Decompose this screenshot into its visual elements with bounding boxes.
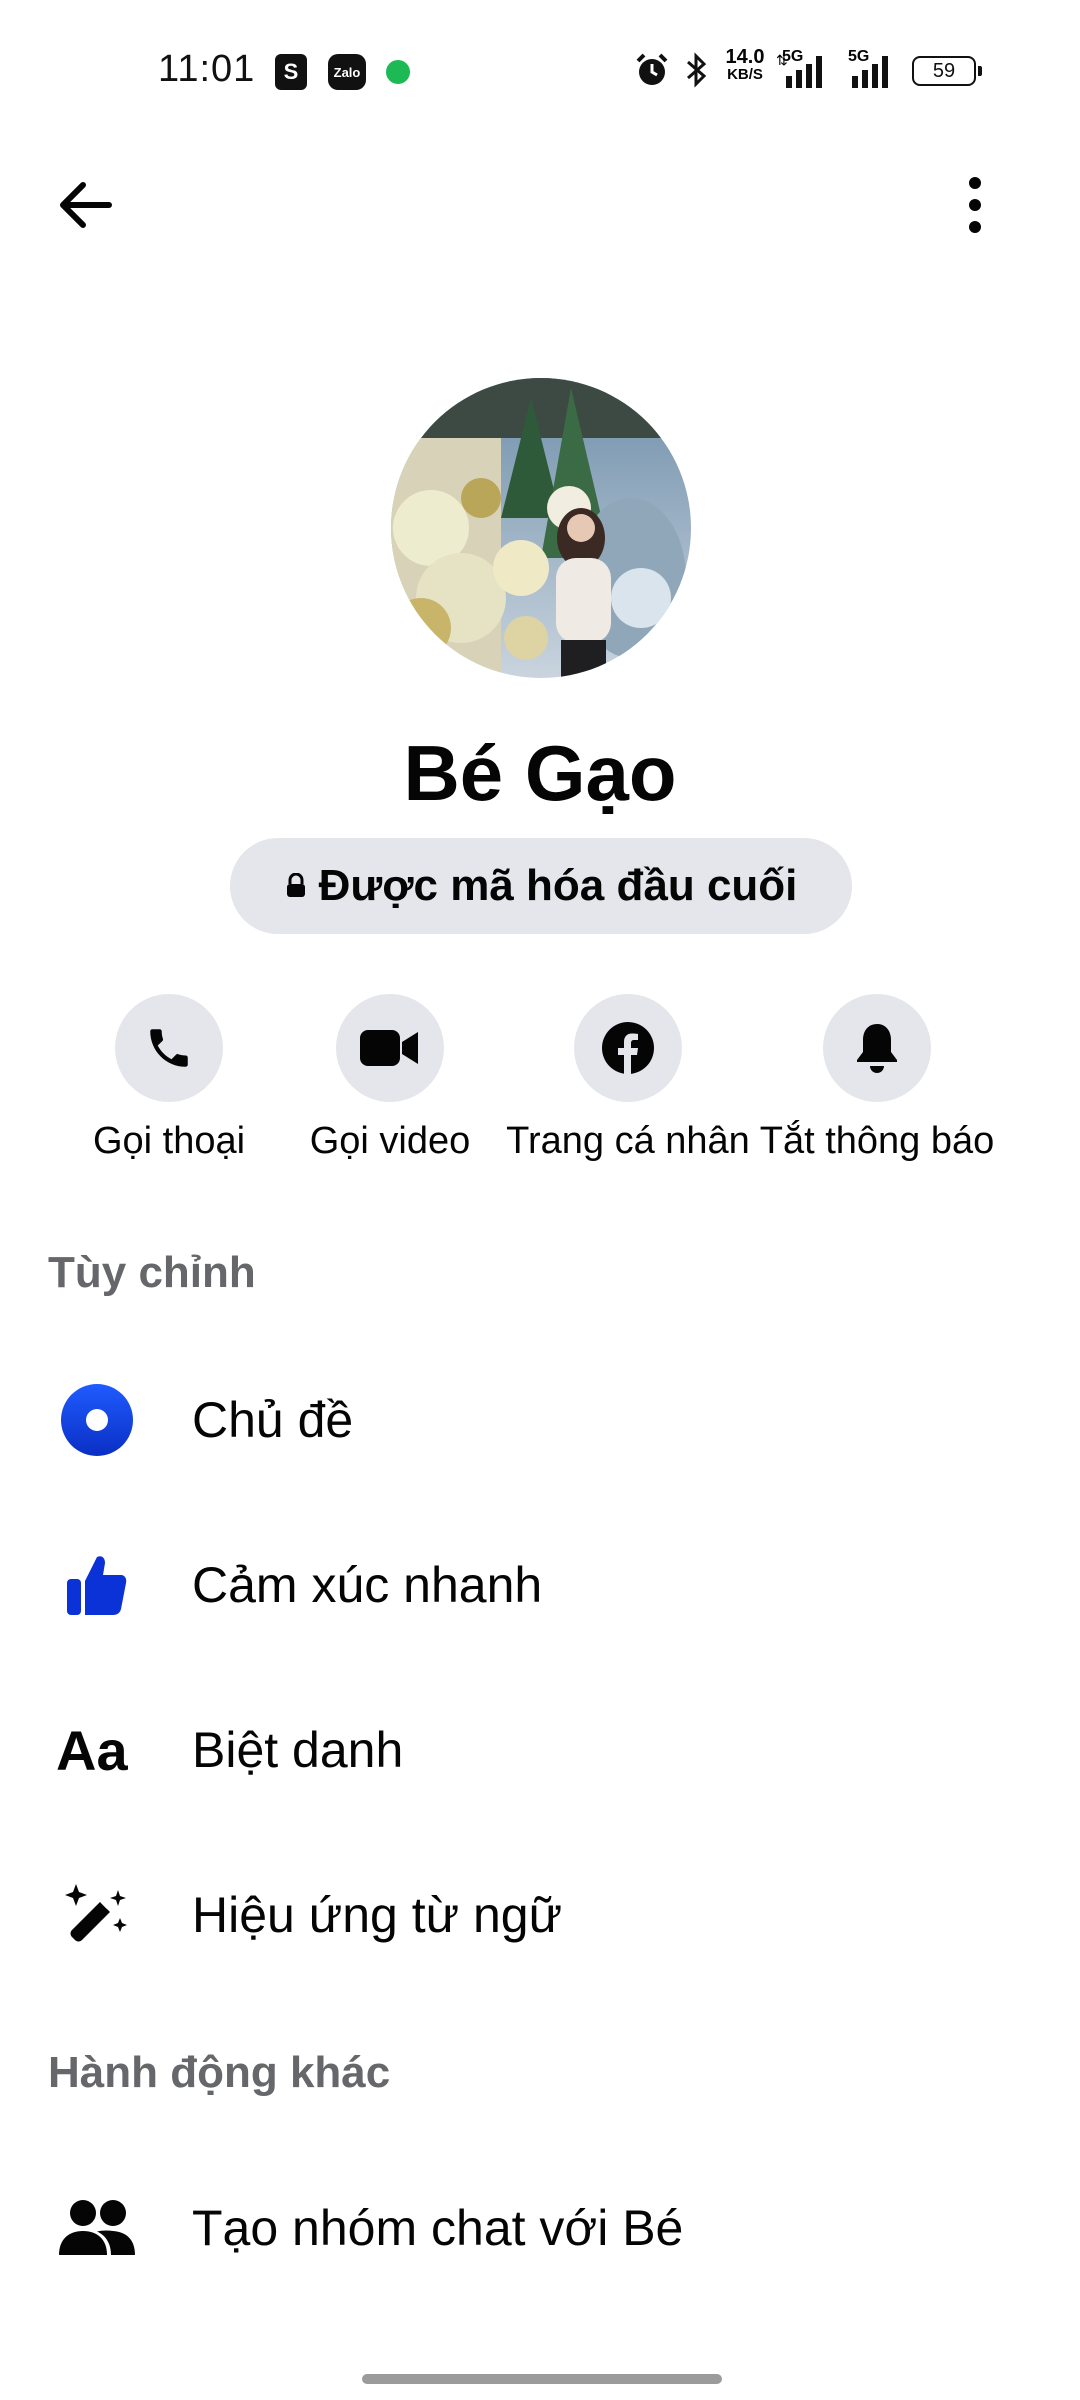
profile-page-action[interactable]: Trang cá nhân	[506, 994, 750, 1163]
signal-sim1-icon: 5G ⇅	[776, 48, 836, 88]
mute-notifications-button[interactable]	[823, 994, 931, 1102]
thumbs-up-icon	[54, 1542, 140, 1628]
back-button[interactable]	[50, 170, 120, 240]
menu-item-nickname[interactable]: Aa Biệt danh	[0, 1670, 1080, 1830]
facebook-icon	[602, 1022, 654, 1075]
bell-icon	[857, 1024, 897, 1073]
profile-page-label: Trang cá nhân	[506, 1120, 750, 1162]
people-icon	[54, 2185, 140, 2271]
vertical-dots-icon	[969, 177, 981, 233]
voice-call-action[interactable]: Gọi thoại	[49, 994, 289, 1163]
network-speed: 14.0 KB/S	[725, 46, 765, 83]
voice-call-button[interactable]	[115, 994, 223, 1102]
menu-item-quick-reaction[interactable]: Cảm xúc nhanh	[0, 1505, 1080, 1665]
menu-item-nickname-label: Biệt danh	[192, 1722, 404, 1778]
more-options-button[interactable]	[940, 170, 1010, 240]
menu-item-word-effects-label: Hiệu ứng từ ngữ	[192, 1887, 563, 1943]
profile-name: Bé Gạo	[403, 729, 677, 817]
phone-icon	[150, 1029, 188, 1067]
menu-item-create-group-label: Tạo nhóm chat với Bé	[192, 2200, 684, 2256]
theme-icon	[54, 1377, 140, 1463]
mute-notifications-label: Tắt thông báo	[759, 1120, 995, 1162]
profile-page-button[interactable]	[574, 994, 682, 1102]
arrow-left-icon	[60, 182, 112, 228]
encryption-badge[interactable]: Được mã hóa đầu cuối	[230, 838, 852, 934]
home-indicator[interactable]	[362, 2374, 722, 2384]
shopee-notification-icon: S	[275, 54, 307, 90]
svg-text:Aa: Aa	[56, 1720, 128, 1780]
battery-icon: 59	[912, 56, 982, 86]
video-call-action[interactable]: Gọi video	[270, 994, 510, 1163]
lock-icon	[286, 873, 305, 897]
section-title-other-actions: Hành động khác	[48, 2048, 391, 2097]
menu-item-create-group[interactable]: Tạo nhóm chat với Bé	[0, 2148, 1080, 2308]
video-call-label: Gọi video	[309, 1120, 471, 1162]
zalo-notification-icon: Zalo	[328, 54, 366, 90]
video-camera-icon	[360, 1030, 418, 1066]
section-title-customize: Tùy chỉnh	[48, 1248, 256, 1297]
menu-item-theme[interactable]: Chủ đề	[0, 1340, 1080, 1500]
video-call-button[interactable]	[336, 994, 444, 1102]
magic-wand-icon	[54, 1872, 140, 1958]
spotify-notification-icon	[386, 60, 410, 84]
profile-photo	[391, 378, 691, 678]
menu-item-theme-label: Chủ đề	[192, 1392, 354, 1448]
encryption-label: Được mã hóa đầu cuối	[318, 861, 798, 910]
mute-notifications-action[interactable]: Tắt thông báo	[757, 994, 997, 1163]
menu-item-quick-reaction-label: Cảm xúc nhanh	[192, 1557, 543, 1613]
voice-call-label: Gọi thoại	[92, 1120, 246, 1162]
status-bar: 11:01 S Zalo 14.0 KB/S 5G ⇅ 5G 59	[0, 0, 1080, 140]
bluetooth-icon	[687, 52, 707, 88]
text-aa-icon: Aa	[54, 1707, 140, 1793]
avatar[interactable]	[391, 378, 691, 678]
status-time: 11:01	[158, 48, 256, 90]
signal-sim2-icon: 5G	[848, 48, 908, 88]
menu-item-word-effects[interactable]: Hiệu ứng từ ngữ	[0, 1835, 1080, 1995]
alarm-icon	[636, 53, 668, 85]
